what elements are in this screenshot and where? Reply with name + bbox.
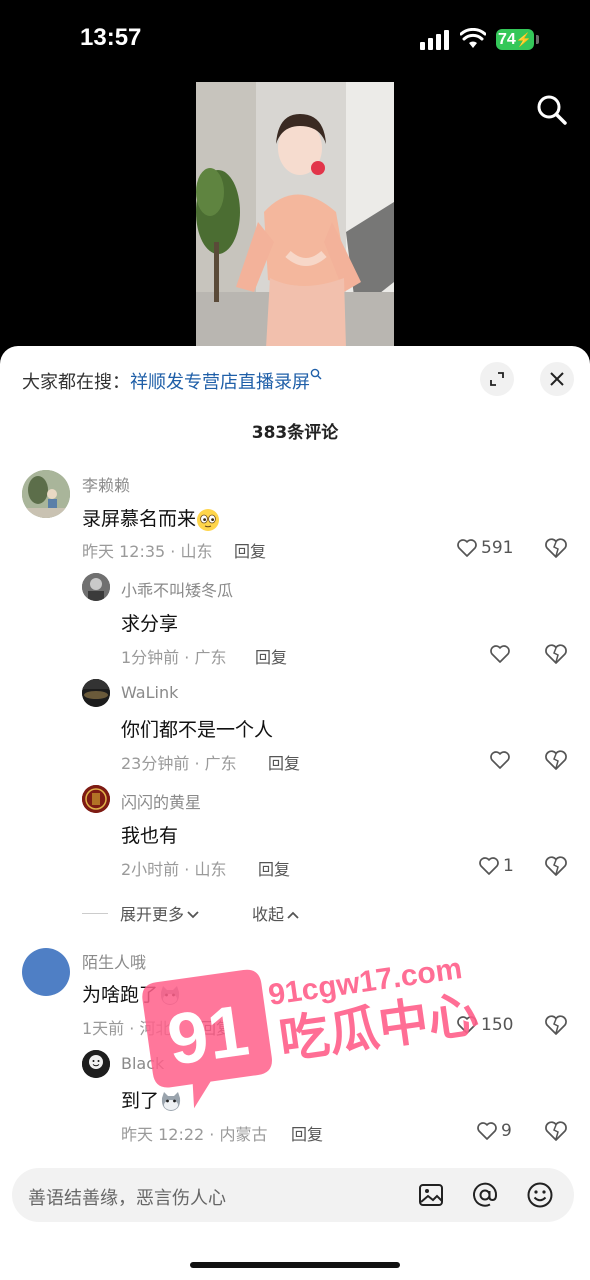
- comment-count: 383条评论: [251, 423, 339, 443]
- broken-heart-icon[interactable]: [544, 749, 568, 771]
- home-indicator: [190, 1262, 400, 1268]
- close-button[interactable]: [540, 362, 574, 396]
- heart-icon: [490, 751, 510, 769]
- collapse-label: 收起: [252, 905, 285, 924]
- battery-level: 74: [498, 30, 516, 48]
- like-button[interactable]: 591: [456, 536, 513, 560]
- battery-icon: 74 ⚡: [496, 29, 534, 50]
- broken-heart-icon[interactable]: [544, 1120, 568, 1142]
- smiling-emoji-icon: [197, 508, 220, 531]
- reply-button[interactable]: 回复: [291, 1121, 323, 1145]
- reply-text-body: 到了: [121, 1090, 160, 1112]
- at-icon[interactable]: [471, 1181, 499, 1209]
- heart-icon: [490, 645, 510, 663]
- reply-text: 你们都不是一个人: [121, 719, 274, 741]
- reply-text: 求分享: [121, 613, 179, 635]
- broken-heart-icon[interactable]: [544, 855, 568, 877]
- heart-icon: [477, 1122, 497, 1140]
- avatar[interactable]: [22, 948, 70, 996]
- reply-button[interactable]: 回复: [200, 1015, 232, 1039]
- reply-author[interactable]: Black: [121, 1054, 164, 1073]
- reply-author[interactable]: WaLink: [121, 683, 178, 702]
- status-bar: 13:57 74 ⚡: [0, 0, 590, 80]
- reply-button[interactable]: 回复: [268, 750, 300, 774]
- expand-more-label: 展开更多: [120, 905, 185, 924]
- like-count: 9: [501, 1121, 512, 1141]
- comment-text: 为啥跑了: [82, 980, 182, 1008]
- reply-button[interactable]: 回复: [258, 856, 290, 880]
- like-count: 591: [481, 538, 514, 558]
- heart-icon: [457, 539, 477, 557]
- search-icon[interactable]: [536, 94, 568, 126]
- broken-heart-icon[interactable]: [544, 1014, 568, 1036]
- comment-meta: 1天前 · 河北: [82, 1019, 172, 1038]
- trending-keyword[interactable]: 祥顺发专营店直播录屏: [130, 372, 310, 393]
- keyword-search-icon: [310, 368, 322, 380]
- cellular-signal-icon: [420, 30, 449, 50]
- avatar[interactable]: [82, 679, 110, 707]
- cat-emoji-icon: [160, 985, 180, 1005]
- expand-more-button[interactable]: 展开更多: [120, 901, 200, 925]
- expand-button[interactable]: [480, 362, 514, 396]
- close-icon: [550, 372, 564, 386]
- thread-divider: [82, 913, 108, 914]
- like-button[interactable]: 9: [476, 1119, 512, 1143]
- broken-heart-icon[interactable]: [544, 537, 568, 559]
- comment-author[interactable]: 陌生人哦: [82, 949, 146, 973]
- like-count: 150: [481, 1015, 514, 1035]
- collapse-button[interactable]: 收起: [252, 901, 300, 925]
- battery-tip: [536, 35, 539, 44]
- comment-input[interactable]: 善语结善缘，恶言伤人心: [28, 1184, 226, 1210]
- comment-text-body: 为啥跑了: [82, 984, 159, 1006]
- avatar[interactable]: [82, 573, 110, 601]
- cat-emoji-icon: [161, 1091, 181, 1111]
- avatar[interactable]: [82, 1050, 110, 1078]
- reply-meta: 昨天 12:22 · 内蒙古: [121, 1125, 268, 1144]
- heart-icon: [457, 1016, 477, 1034]
- emoji-icon[interactable]: [526, 1181, 554, 1209]
- chevron-down-icon: [187, 911, 199, 919]
- comment-input-bar[interactable]: 善语结善缘，恶言伤人心: [12, 1168, 574, 1222]
- broken-heart-icon[interactable]: [544, 643, 568, 665]
- video-frame: [196, 82, 394, 348]
- reply-text: 到了: [121, 1086, 183, 1114]
- wifi-icon: [460, 28, 486, 48]
- heart-icon: [479, 857, 499, 875]
- like-button[interactable]: 1: [478, 854, 514, 878]
- image-icon[interactable]: [417, 1181, 445, 1209]
- reply-author[interactable]: 闪闪的黄星: [121, 789, 201, 813]
- expand-icon: [490, 372, 504, 386]
- like-button[interactable]: 150: [456, 1013, 513, 1037]
- comment-text: 录屏慕名而来: [82, 504, 220, 532]
- comment-author[interactable]: 李赖赖: [82, 472, 130, 496]
- video-player[interactable]: [196, 82, 394, 348]
- reply-meta: 2小时前 · 山东: [121, 860, 227, 879]
- thread-controls: 展开更多 收起: [82, 901, 382, 925]
- comment-meta: 昨天 12:35 · 山东: [82, 542, 213, 561]
- reply-button[interactable]: 回复: [255, 644, 287, 668]
- reply-author[interactable]: 小乖不叫矮冬瓜: [121, 577, 233, 601]
- avatar[interactable]: [22, 470, 70, 518]
- trending-search[interactable]: 大家都在搜：祥顺发专营店直播录屏: [22, 368, 322, 394]
- status-time: 13:57: [80, 24, 142, 51]
- reply-meta: 1分钟前 · 广东: [121, 648, 227, 667]
- reply-meta: 23分钟前 · 广东: [121, 754, 237, 773]
- reply-text: 我也有: [121, 825, 179, 847]
- chevron-up-icon: [287, 911, 299, 919]
- avatar[interactable]: [82, 785, 110, 813]
- comment-text-body: 录屏慕名而来: [82, 508, 197, 530]
- like-count: 1: [503, 856, 514, 876]
- like-button[interactable]: [489, 748, 514, 772]
- trending-prefix: 大家都在搜：: [22, 372, 130, 393]
- like-button[interactable]: [489, 642, 514, 666]
- reply-button[interactable]: 回复: [234, 538, 266, 562]
